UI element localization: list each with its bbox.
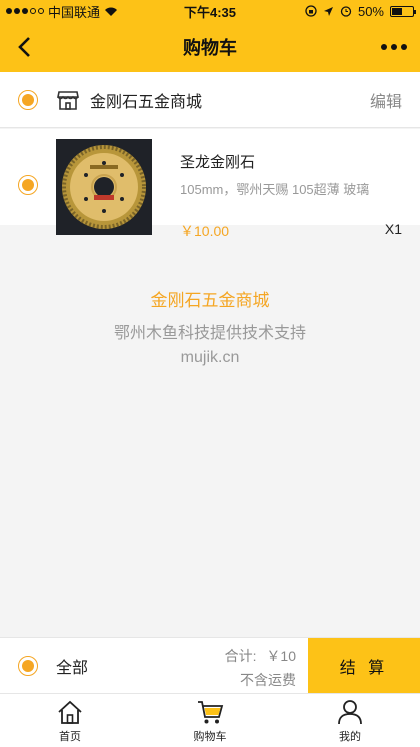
orientation-lock-icon <box>305 5 317 17</box>
nav-bar: 购物车 <box>0 22 420 72</box>
profile-icon <box>338 699 362 724</box>
footer-support: 鄂州木鱼科技提供技术支持 <box>113 325 306 342</box>
more-dot <box>381 44 387 50</box>
select-all-label[interactable]: 全部 <box>56 654 88 678</box>
total-value: ￥10 <box>266 648 296 664</box>
cart-icon <box>198 700 224 723</box>
product-price: ￥10.00 <box>180 223 230 239</box>
cart-item[interactable]: 圣龙金刚石 105mm，鄂州天赐 105超薄 玻璃 ￥10.00 X1 <box>0 129 420 239</box>
edit-button[interactable]: 编辑 <box>370 88 402 112</box>
select-all-radio[interactable] <box>18 655 38 676</box>
product-quantity: X1 <box>384 221 402 237</box>
product-description: 105mm，鄂州天赐 105超薄 玻璃 <box>180 182 370 197</box>
alarm-icon <box>340 6 352 17</box>
shipping-note: 不含运费 <box>240 672 296 688</box>
clock: 下午4:35 <box>183 4 237 20</box>
item-select-radio[interactable] <box>18 175 38 195</box>
shop-select-radio[interactable] <box>18 89 38 110</box>
chevron-left-icon <box>18 37 30 57</box>
tab-cart[interactable]: 购物车 <box>140 694 280 747</box>
battery-icon <box>390 5 416 17</box>
wifi-icon <box>105 7 118 16</box>
shop-name[interactable]: 金刚石五金商城 <box>90 88 202 112</box>
product-image[interactable] <box>56 139 152 235</box>
footer-shop-name: 金刚石五金商城 <box>150 291 270 310</box>
more-button[interactable] <box>376 31 412 63</box>
tab-bar: 首页 购物车 我的 <box>0 693 420 747</box>
tab-cart-label: 购物车 <box>193 730 227 743</box>
home-icon <box>58 700 82 724</box>
back-button[interactable] <box>8 31 40 63</box>
totals: 合计: ￥10 不含运费 <box>225 646 296 690</box>
tab-home-label: 首页 <box>59 730 81 743</box>
checkout-button[interactable]: 结 算 <box>308 638 420 694</box>
shop-header: 金刚石五金商城 编辑 <box>0 72 420 128</box>
more-dot <box>401 44 407 50</box>
footer-site: mujik.cn <box>180 349 240 366</box>
signal-icon <box>6 8 44 14</box>
total-line: 合计: ￥10 <box>225 646 296 666</box>
checkout-bar: 全部 合计: ￥10 不含运费 结 算 <box>0 637 420 694</box>
tab-profile[interactable]: 我的 <box>280 694 420 747</box>
diamond-blade-image <box>56 139 152 235</box>
total-label: 合计: <box>224 648 257 664</box>
battery-percent: 50% <box>357 3 384 19</box>
product-name[interactable]: 圣龙金刚石 <box>180 151 255 172</box>
tab-home[interactable]: 首页 <box>0 694 140 747</box>
more-dot <box>391 44 397 50</box>
page-title: 购物车 <box>183 38 237 58</box>
carrier-label: 中国联通 <box>48 4 101 20</box>
store-icon <box>57 90 79 110</box>
location-icon <box>323 6 333 16</box>
tab-profile-label: 我的 <box>339 730 361 743</box>
status-bar: 中国联通 下午4:35 50% <box>0 0 420 22</box>
store-footer: 金刚石五金商城 鄂州木鱼科技提供技术支持 mujik.cn <box>0 286 420 367</box>
